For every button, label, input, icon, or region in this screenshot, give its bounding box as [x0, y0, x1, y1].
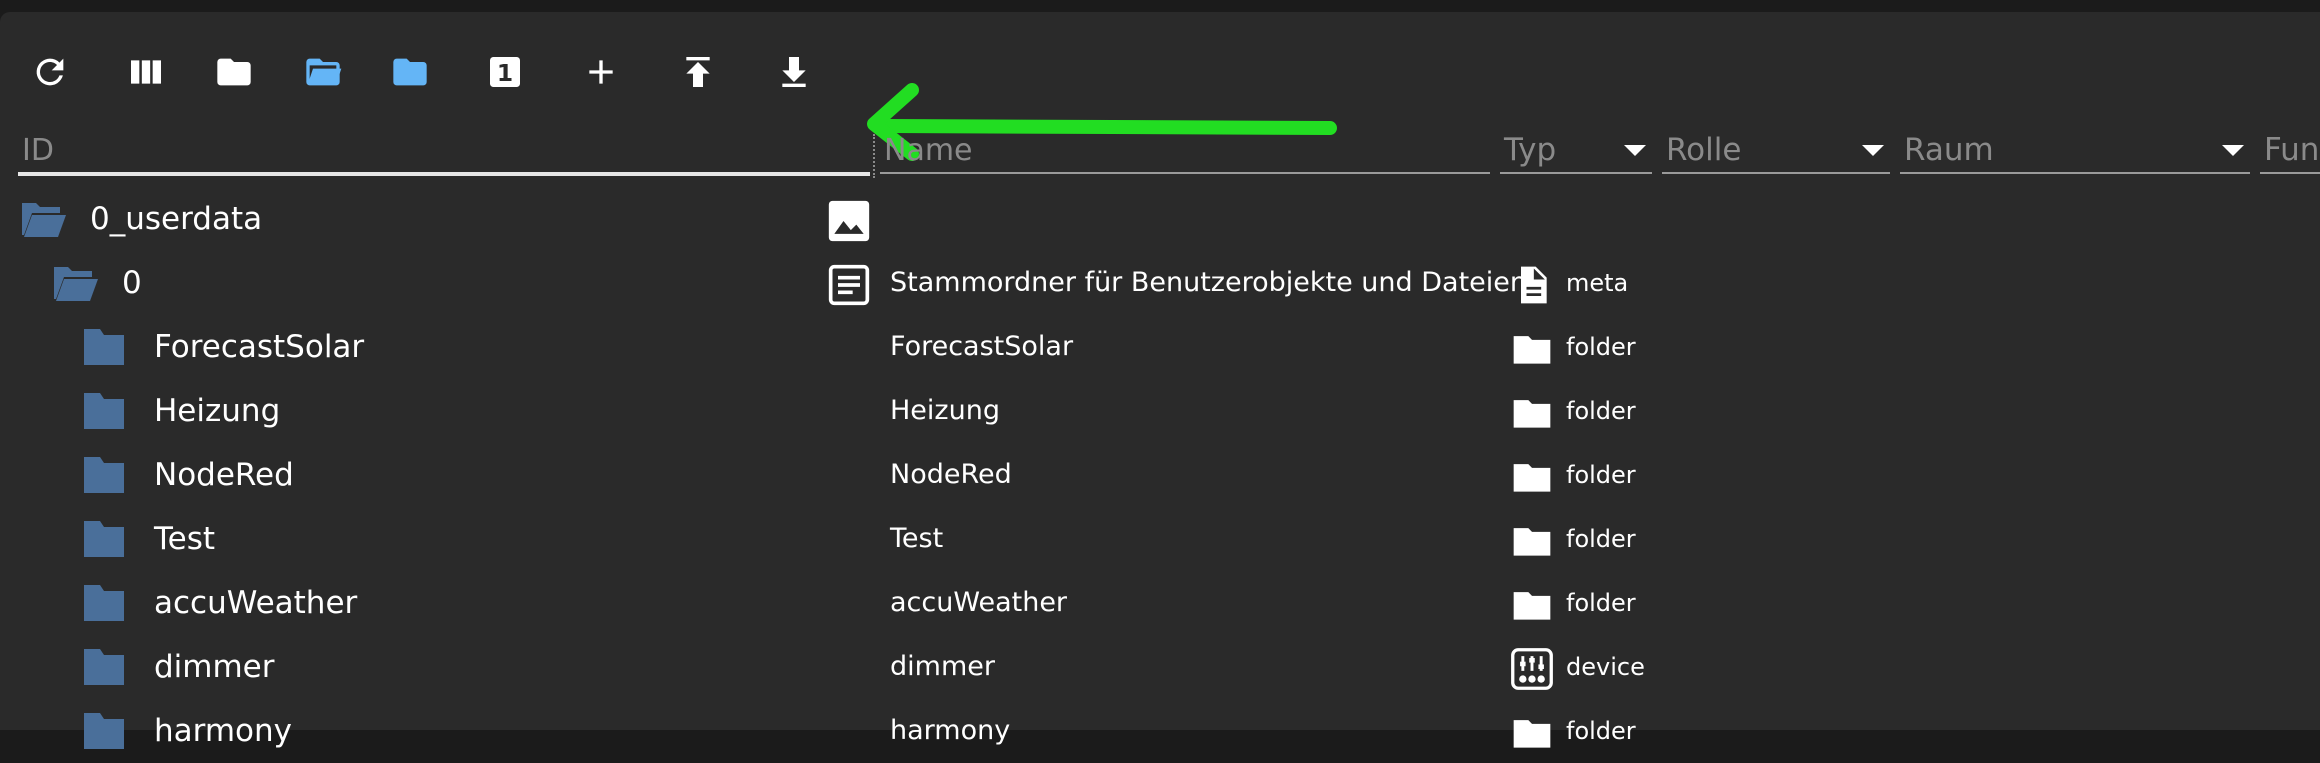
id-filter-field[interactable]	[18, 128, 870, 176]
row-type: meta	[1566, 269, 1629, 297]
folder-icon	[84, 393, 124, 429]
rolle-filter-label: Rolle	[1666, 132, 1742, 168]
plus-icon	[589, 60, 613, 84]
folder-open-icon	[306, 58, 342, 86]
rolle-filter-select[interactable]: Rolle	[1662, 128, 1890, 174]
file-icon	[1521, 266, 1547, 304]
row-type: folder	[1566, 525, 1636, 553]
object-browser-panel: 1 Typ Rolle Raum Funk	[0, 12, 2320, 749]
level-one-button[interactable]: 1	[475, 42, 535, 102]
row-id: ForecastSolar	[154, 329, 365, 365]
toggle-expert-button[interactable]	[380, 42, 440, 102]
table-row[interactable]: Test Test folder	[0, 507, 2320, 571]
upload-icon	[686, 57, 710, 87]
folder-icon	[84, 585, 124, 621]
chevron-down-icon	[2222, 145, 2244, 156]
typ-filter-select[interactable]: Typ	[1500, 128, 1652, 174]
row-type: folder	[1566, 397, 1636, 425]
row-name: accuWeather	[890, 587, 1068, 618]
columns-icon	[131, 60, 161, 84]
table-row[interactable]: ForecastSolar ForecastSolar folder	[0, 315, 2320, 379]
folder-icon	[1513, 400, 1551, 428]
row-name: harmony	[890, 715, 1011, 746]
refresh-button[interactable]	[20, 42, 80, 102]
row-type: device	[1566, 653, 1645, 681]
refresh-icon	[36, 58, 64, 86]
row-type: folder	[1566, 717, 1636, 745]
folder-icon	[1513, 464, 1551, 492]
row-type: folder	[1566, 333, 1636, 361]
device-icon	[1511, 648, 1553, 690]
folder-open-icon	[22, 203, 66, 237]
folder-icon	[1513, 720, 1551, 748]
raum-filter-label: Raum	[1904, 132, 1994, 168]
download-icon	[782, 57, 806, 87]
table-row[interactable]: Heizung Heizung folder	[0, 379, 2320, 443]
svg-text:1: 1	[497, 59, 513, 87]
table-row[interactable]: NodeRed NodeRed folder	[0, 443, 2320, 507]
row-id: harmony	[154, 713, 293, 749]
one-box-icon: 1	[490, 57, 520, 87]
row-id: accuWeather	[154, 585, 358, 621]
name-filter-field[interactable]	[880, 128, 1490, 174]
columns-button[interactable]	[116, 42, 176, 102]
folder-icon	[84, 521, 124, 557]
download-button[interactable]	[764, 42, 824, 102]
id-filter-input[interactable]	[18, 128, 870, 172]
folder-icon	[1513, 336, 1551, 364]
funktion-filter-select[interactable]: Funk	[2260, 128, 2320, 174]
description-icon	[828, 264, 870, 306]
typ-filter-label: Typ	[1504, 132, 1557, 168]
column-resize-handle[interactable]	[873, 134, 875, 178]
folder-icon	[1513, 528, 1551, 556]
image-icon	[828, 200, 870, 242]
row-id: dimmer	[154, 649, 275, 685]
table-row[interactable]: harmony harmony folder	[0, 699, 2320, 763]
row-name: dimmer	[890, 651, 995, 682]
row-name: Heizung	[890, 395, 1000, 426]
folder-icon	[84, 329, 124, 365]
table-row[interactable]: 0_userdata	[0, 187, 2320, 251]
chevron-down-icon	[1624, 145, 1646, 156]
row-name: NodeRed	[890, 459, 1012, 490]
upload-button[interactable]	[668, 42, 728, 102]
row-name: Stammordner für Benutzerobjekte und Date…	[890, 267, 1527, 298]
row-id: 0_userdata	[90, 201, 263, 237]
name-filter-input[interactable]	[880, 128, 1490, 172]
row-type: folder	[1566, 461, 1636, 489]
raum-filter-select[interactable]: Raum	[1900, 128, 2250, 174]
row-id: Heizung	[154, 393, 281, 429]
collapse-folders-button[interactable]	[204, 42, 264, 102]
folder-icon	[393, 58, 427, 86]
folder-icon	[84, 649, 124, 685]
folder-icon	[217, 58, 251, 86]
expand-folders-button[interactable]	[293, 42, 353, 102]
table-row[interactable]: accuWeather accuWeather folder	[0, 571, 2320, 635]
table-row[interactable]: 0 Stammordner für Benutzerobjekte und Da…	[0, 251, 2320, 315]
folder-icon	[84, 713, 124, 749]
row-id: Test	[154, 521, 216, 557]
folder-icon	[1513, 592, 1551, 620]
chevron-down-icon	[1862, 145, 1884, 156]
row-name: Test	[890, 523, 944, 554]
row-id: NodeRed	[154, 457, 294, 493]
funktion-filter-label: Funk	[2264, 132, 2320, 168]
folder-open-icon	[54, 267, 98, 301]
add-object-button[interactable]	[571, 42, 631, 102]
folder-icon	[84, 457, 124, 493]
row-name: ForecastSolar	[890, 331, 1074, 362]
row-id: 0	[122, 265, 142, 301]
row-type: folder	[1566, 589, 1636, 617]
table-row[interactable]: dimmer dimmer device	[0, 635, 2320, 699]
